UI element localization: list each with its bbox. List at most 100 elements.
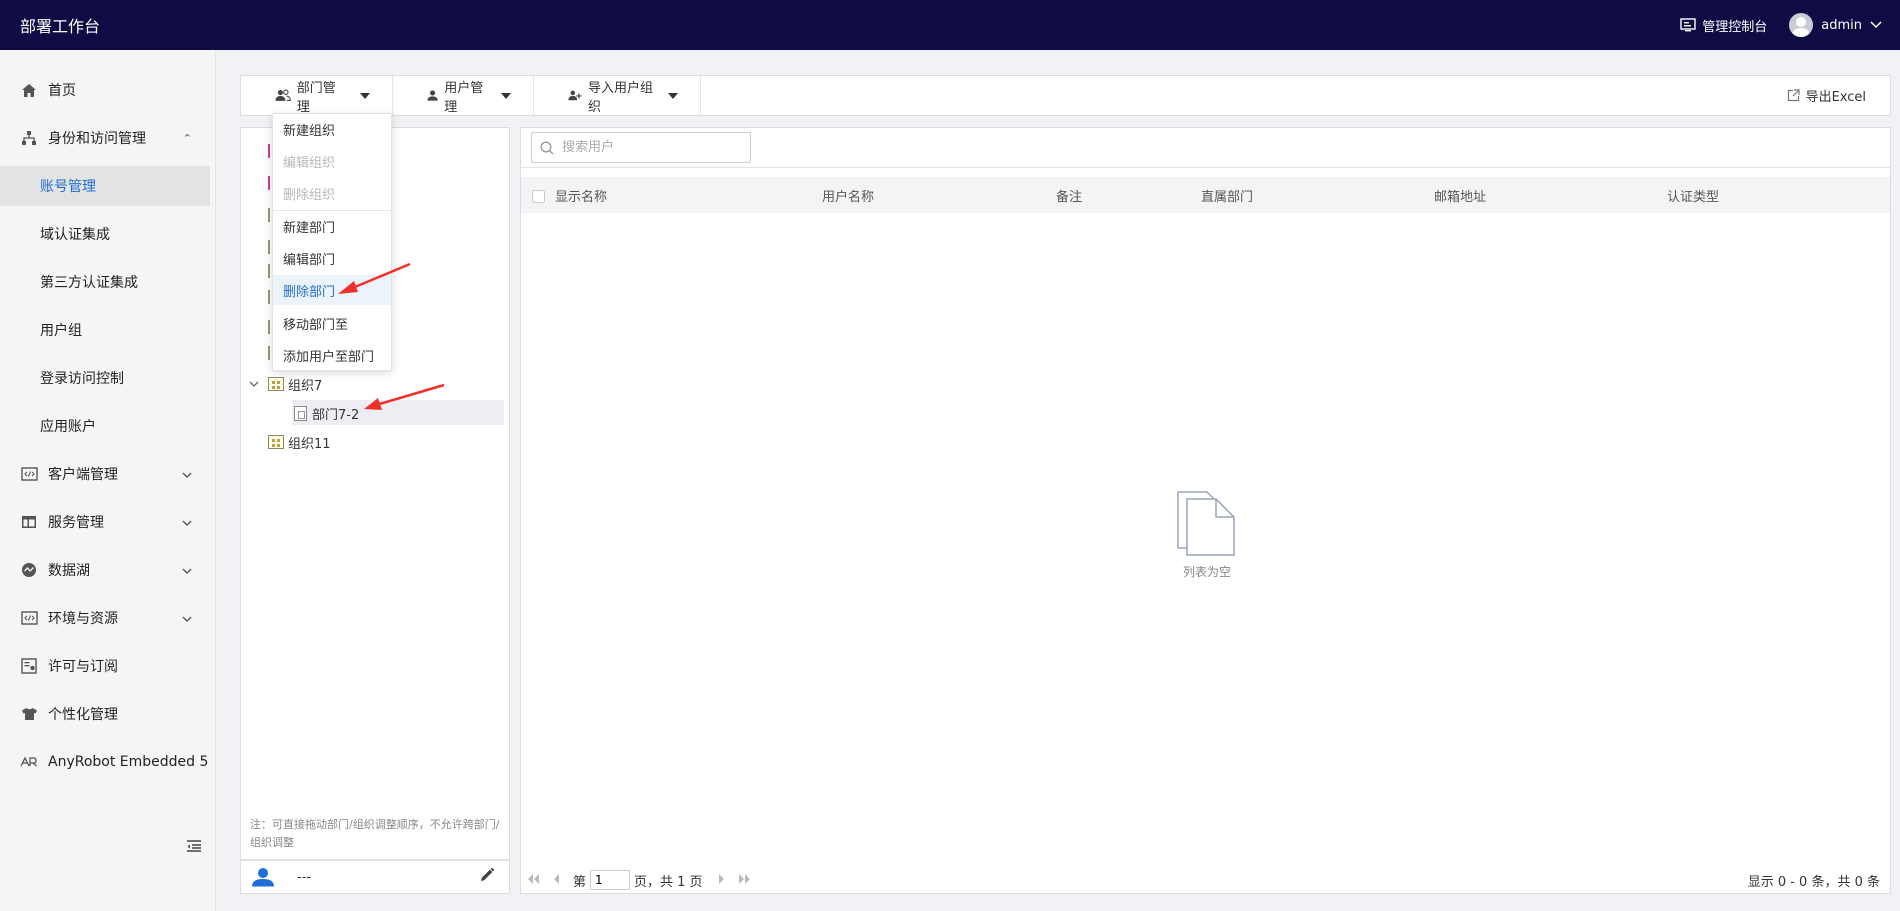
action-toolbar: 部门管理 用户管理 导入用户组织 导出Excel <box>240 75 1891 116</box>
column-header-auth-type[interactable]: 认证类型 <box>1667 186 1719 205</box>
user-icon <box>427 90 438 101</box>
export-excel-label: 导出Excel <box>1805 90 1866 105</box>
console-link[interactable]: 管理控制台 <box>1680 16 1767 35</box>
sidebar-item-service-management[interactable]: 服务管理 <box>0 502 216 542</box>
next-page-button[interactable] <box>717 873 727 888</box>
first-page-icon <box>528 873 539 884</box>
page-suffix: 页，共 1 页 <box>634 874 703 890</box>
menu-item-new-dept[interactable]: 新建部门 <box>273 211 391 241</box>
import-user-org-label: 导入用户组织 <box>587 80 653 115</box>
page-summary: 显示 0 - 0 条，共 0 条 <box>1747 874 1880 890</box>
sidebar-item-anyrobot[interactable]: AnyRobot Embedded 5 <box>0 742 216 782</box>
tree-node-label: 部门7-2 <box>312 407 360 423</box>
app-title: 部署工作台 <box>20 17 101 36</box>
sidebar-item-environment-resources[interactable]: 环境与资源 <box>0 598 216 638</box>
menu-item-new-org[interactable]: 新建组织 <box>273 114 391 144</box>
next-page-icon <box>718 873 724 884</box>
sidebar-item-app-accounts[interactable]: 应用账户 <box>0 406 210 446</box>
sidebar-item-login-access-control[interactable]: 登录访问控制 <box>0 358 210 398</box>
search-input[interactable] <box>562 140 732 155</box>
column-header-display-name[interactable]: 显示名称 <box>555 186 607 205</box>
shirt-icon <box>20 705 38 723</box>
import-user-org-button[interactable]: 导入用户组织 <box>534 76 701 115</box>
menu-item-delete-org[interactable]: 删除组织 <box>273 178 391 208</box>
license-icon <box>20 657 38 675</box>
select-all-checkbox[interactable] <box>532 190 545 203</box>
first-page-button[interactable] <box>525 873 541 888</box>
export-excel-button[interactable]: 导出Excel <box>1787 76 1890 115</box>
tree-footer: --- <box>240 860 510 894</box>
sidebar-item-data-lake[interactable]: 数据湖 <box>0 550 216 590</box>
chevron-down-icon <box>182 564 192 577</box>
caret-down-icon <box>668 92 678 99</box>
department-icon <box>294 405 307 421</box>
menu-item-edit-org[interactable]: 编辑组织 <box>273 146 391 176</box>
sidebar-item-label: AnyRobot Embedded 5 <box>48 754 209 770</box>
sidebar-item-user-groups[interactable]: 用户组 <box>0 310 210 350</box>
column-header-remark[interactable]: 备注 <box>1056 186 1082 205</box>
tree-node-stub <box>268 290 270 304</box>
caret-down-icon <box>360 92 370 99</box>
column-header-user-name[interactable]: 用户名称 <box>822 186 874 205</box>
menu-fold-icon <box>187 840 201 852</box>
sidebar-item-label: 许可与订阅 <box>48 659 118 675</box>
tree-drag-note: 注：可直接拖动部门/组织调整顺序，不允许跨部门/组织调整 <box>250 818 500 849</box>
edit-button[interactable] <box>479 867 495 887</box>
sidebar-item-label: 服务管理 <box>48 515 104 531</box>
column-header-department[interactable]: 直属部门 <box>1201 186 1253 205</box>
sidebar-item-license-subscription[interactable]: 许可与订阅 <box>0 646 216 686</box>
annotation-arrow <box>338 262 411 294</box>
chevron-down-icon <box>1870 21 1882 29</box>
sidebar-item-third-party-auth[interactable]: 第三方认证集成 <box>0 262 210 302</box>
sidebar-item-iam[interactable]: 身份和访问管理 ⌃ <box>0 118 216 158</box>
page-number-input[interactable] <box>590 870 631 890</box>
search-field[interactable] <box>531 132 751 163</box>
tree-node-stub <box>268 346 270 360</box>
tree-node-label: 组织11 <box>288 436 331 452</box>
user-management-button[interactable]: 用户管理 <box>393 76 534 115</box>
code-window-icon <box>20 465 38 483</box>
chevron-down-icon[interactable] <box>246 379 262 390</box>
avatar <box>1789 13 1814 37</box>
anyrobot-icon <box>20 753 38 771</box>
sidebar-item-domain-auth[interactable]: 域认证集成 <box>0 214 210 254</box>
column-header-email[interactable]: 邮箱地址 <box>1434 186 1486 205</box>
org-tree-icon <box>20 129 38 147</box>
dept-management-button[interactable]: 部门管理 <box>241 76 393 115</box>
users-icon <box>275 89 291 101</box>
home-icon <box>20 81 38 99</box>
chevron-down-icon <box>182 468 192 481</box>
sidebar-item-label: 首页 <box>48 83 76 99</box>
tree-node-org7[interactable]: 组织7 <box>246 373 322 395</box>
sidebar-collapse-button[interactable] <box>186 838 202 857</box>
sidebar-item-home[interactable]: 首页 <box>0 70 216 110</box>
tree-node-dept7-2[interactable]: 部门7-2 <box>294 402 359 424</box>
console-icon <box>1680 18 1696 32</box>
menu-item-add-user-to-dept[interactable]: 添加用户至部门 <box>273 340 391 370</box>
annotation-arrow <box>364 383 445 410</box>
sidebar-item-client-management[interactable]: 客户端管理 <box>0 454 216 494</box>
user-icon <box>252 868 274 887</box>
sidebar-item-personalization[interactable]: 个性化管理 <box>0 694 216 734</box>
tree-node-label: 组织7 <box>288 378 323 394</box>
empty-list-text: 列表为空 <box>1182 565 1231 579</box>
chevron-up-icon: ⌃ <box>182 131 192 145</box>
tree-node-stub <box>268 176 270 190</box>
pagination: 第 页，共 1 页 显示 0 - 0 条，共 0 条 <box>521 867 1890 893</box>
page-prefix: 第 <box>573 874 587 890</box>
tree-node-stub <box>268 264 270 278</box>
prev-page-icon <box>554 873 559 884</box>
user-management-label: 用户管理 <box>444 80 484 115</box>
tree-node-org11[interactable]: 组织11 <box>268 431 331 453</box>
prev-page-button[interactable] <box>551 873 561 888</box>
menu-item-move-dept[interactable]: 移动部门至 <box>273 308 391 338</box>
tree-footer-value: --- <box>297 869 312 885</box>
user-add-icon <box>568 90 582 101</box>
user-menu[interactable]: admin <box>1789 13 1882 37</box>
organization-icon <box>268 435 284 449</box>
last-page-button[interactable] <box>737 873 753 888</box>
sidebar-item-label: 环境与资源 <box>48 611 118 627</box>
tree-node-stub <box>268 208 270 222</box>
dept-management-label: 部门管理 <box>296 80 336 115</box>
sidebar-item-account-management[interactable]: 账号管理 <box>0 166 210 206</box>
